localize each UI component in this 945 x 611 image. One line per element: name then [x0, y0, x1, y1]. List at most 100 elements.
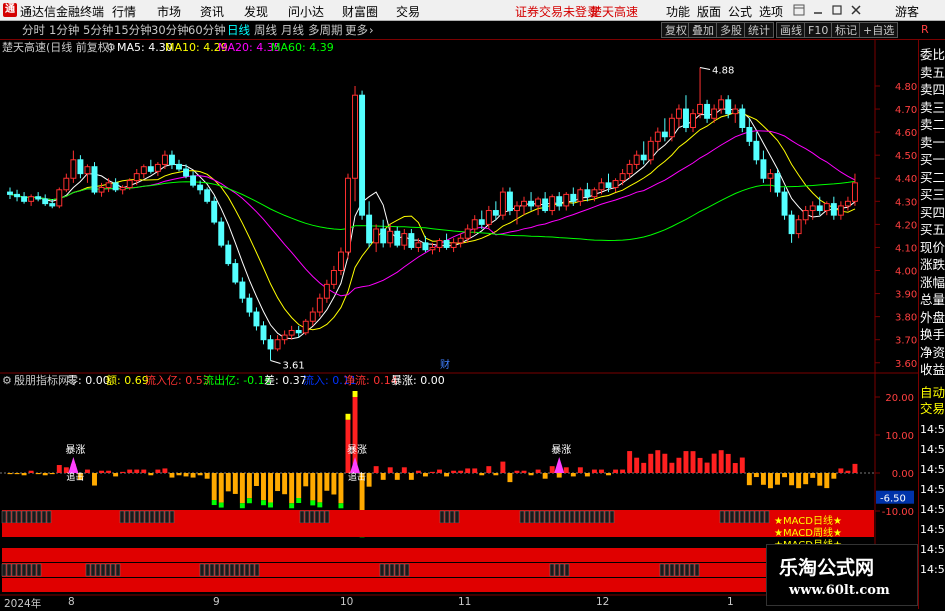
candle-body: [211, 200, 218, 223]
app-logo-icon: 通: [3, 3, 17, 17]
menu-item-jiaoyi[interactable]: 交易: [396, 3, 420, 20]
restore-rights-button[interactable]: 复权: [661, 22, 691, 38]
candle-body: [288, 329, 295, 336]
indicator-bar: [599, 469, 604, 473]
indicator-bar: [676, 457, 682, 473]
candle-body: [77, 159, 84, 175]
trade-time-7: 14:56: [920, 563, 945, 576]
ind-item-surge: 暴涨: 0.00: [391, 374, 445, 387]
tab-monthly[interactable]: 月线: [281, 23, 304, 38]
indicator-bar-cap: [246, 498, 252, 504]
add-favorite-button[interactable]: +自选: [859, 22, 899, 38]
menu-item-gongshi[interactable]: 公式: [728, 3, 752, 20]
menu-item-wenxiaoda[interactable]: 问小达: [288, 3, 324, 20]
price-axis: 4.80 4.70 4.60 4.50 4.40 4.30 4.20 4.10 4.00 3.90…: [875, 82, 917, 370]
candle-body: [570, 193, 577, 202]
more-chevron-icon[interactable]: ›: [369, 23, 374, 38]
menu-item-zixun[interactable]: 资讯: [200, 3, 224, 20]
candle-body: [556, 196, 563, 207]
macd-strip-cell: [519, 510, 525, 524]
candle-body: [591, 189, 598, 198]
indicator-bar-cap: [338, 503, 344, 509]
tab-more[interactable]: 更多: [345, 23, 368, 38]
macd-strip-cell: [90, 563, 96, 577]
menu-item-xuanxiang[interactable]: 选项: [759, 3, 783, 20]
r-indicator[interactable]: R: [921, 22, 929, 38]
tab-30min[interactable]: 30分钟: [151, 23, 189, 38]
indicator-bar: [782, 473, 788, 478]
menu-item-shichang[interactable]: 市场: [157, 3, 181, 20]
macd-strip: [2, 548, 874, 562]
overlay-button[interactable]: 叠加: [688, 22, 718, 38]
maximize-icon[interactable]: [831, 4, 843, 16]
minimize-icon[interactable]: [812, 4, 824, 16]
trade-time-4: 14:56: [920, 503, 945, 516]
macd-strip-cell: [299, 510, 305, 524]
menu-item-gongneng[interactable]: 功能: [666, 3, 690, 20]
macd-strip-cell: [589, 510, 595, 524]
trade-label[interactable]: 交易: [920, 402, 945, 416]
candle-body: [190, 175, 197, 186]
indicator-bar: [718, 450, 724, 473]
user-label[interactable]: 游客: [895, 3, 919, 20]
price-tick-label: 3.90: [895, 290, 917, 301]
multi-stock-button[interactable]: 多股: [716, 22, 746, 38]
tab-daily[interactable]: 日线: [227, 23, 250, 38]
indicator-bar: [838, 468, 844, 473]
auto-label[interactable]: 自动: [920, 386, 945, 400]
macd-strip-cell: [26, 563, 32, 577]
macd-strip-cell: [579, 510, 585, 524]
tab-weekly[interactable]: 周线: [254, 23, 277, 38]
indicator-bar: [500, 461, 506, 473]
macd-strip-cell: [105, 563, 111, 577]
surge-marker-icon: [350, 457, 361, 473]
mark-button[interactable]: 标记: [831, 22, 861, 38]
macd-strip-cell: [744, 510, 750, 524]
tab-multi-period[interactable]: 多周期: [308, 23, 343, 38]
candle-body: [668, 117, 675, 138]
macd-strip-cell: [26, 510, 32, 524]
menu-item-hangqing[interactable]: 行情: [112, 3, 136, 20]
quote-row-3: 卖三: [920, 100, 945, 115]
macd-strip-cell: [244, 563, 250, 577]
indicator-bar: [373, 466, 379, 473]
candle-body: [126, 180, 133, 188]
menu-item-faxian[interactable]: 发现: [244, 3, 268, 20]
chart-title: 楚天高速(日线 前复权): [2, 41, 114, 54]
tab-fenshi[interactable]: 分时: [22, 23, 45, 38]
close-icon[interactable]: [850, 4, 862, 16]
tab-1min[interactable]: 1分钟: [49, 23, 79, 38]
trade-login-warning[interactable]: 证券交易未登录: [515, 3, 599, 20]
indicator-bar: [796, 473, 802, 489]
surge-label: 暴涨: [551, 444, 571, 456]
indicator-gear-icon[interactable]: ⚙: [2, 373, 12, 389]
tab-5min[interactable]: 5分钟: [83, 23, 113, 38]
macd-strip-cell: [569, 510, 575, 524]
menu-item-caifuquan[interactable]: 财富圈: [342, 3, 378, 20]
settings-gear-icon[interactable]: ⚙: [106, 40, 116, 56]
macd-strip-cell: [209, 563, 215, 577]
macd-strip-cell: [549, 510, 555, 524]
skin-icon[interactable]: [793, 4, 805, 16]
candle-body: [345, 177, 351, 253]
candle-body: [302, 320, 309, 334]
statistics-button[interactable]: 统计: [744, 22, 774, 38]
ma5-line: [9, 108, 856, 340]
candle-body: [521, 200, 527, 207]
ma10-line: [9, 111, 856, 331]
draw-line-button[interactable]: 画线: [776, 22, 806, 38]
macd-strips: ★MACD日线★★MACD周线★★MACD月线★: [1, 510, 874, 592]
quote-row-2: 卖四: [920, 83, 945, 97]
indicator-bar: [169, 473, 175, 478]
candle-body: [91, 166, 98, 193]
kline-chart[interactable]: 4.80 4.70 4.60 4.50 4.40 4.30 4.20 4.10 4.00 3.90…: [0, 40, 918, 596]
macd-strip-cell: [164, 510, 170, 524]
indicator-bar: [204, 473, 210, 479]
indicator-bar: [556, 473, 562, 478]
menu-item-banmian[interactable]: 版面: [697, 3, 721, 20]
tab-15min[interactable]: 15分钟: [114, 23, 152, 38]
f10-button[interactable]: F10: [804, 22, 833, 38]
indicator-bar: [155, 469, 161, 473]
tab-60min[interactable]: 60分钟: [188, 23, 226, 38]
indicator-bar: [753, 473, 759, 478]
